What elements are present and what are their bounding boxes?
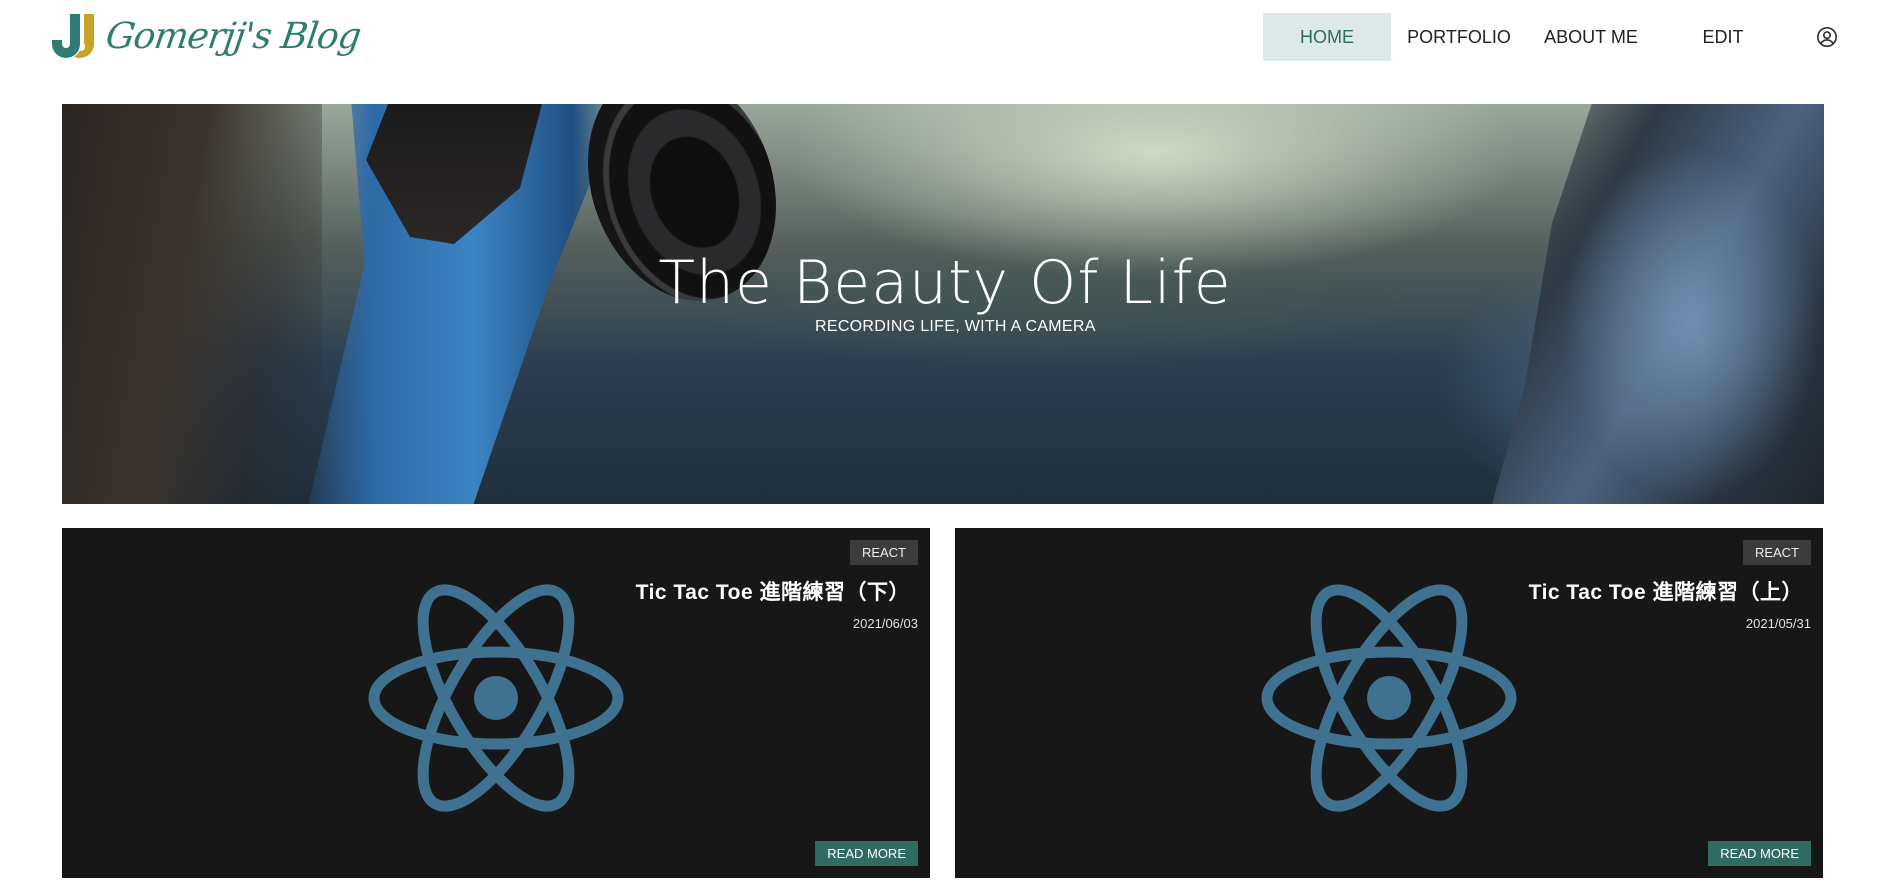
account-button[interactable] — [1791, 13, 1863, 61]
user-circle-icon — [1817, 27, 1837, 47]
nav-home[interactable]: HOME — [1263, 13, 1391, 61]
post-card[interactable]: REACT Tic Tac Toe 進階練習（上） 2021/05/31 REA… — [955, 528, 1823, 878]
post-date: 2021/05/31 — [1745, 616, 1811, 631]
post-title[interactable]: Tic Tac Toe 進階練習（上） — [1529, 576, 1803, 606]
react-logo-icon — [368, 584, 624, 812]
main-nav: HOME PORTFOLIO ABOUT ME EDIT — [1263, 13, 1863, 61]
nav-edit[interactable]: EDIT — [1655, 13, 1791, 61]
post-card[interactable]: REACT Tic Tac Toe 進階練習（下） 2021/06/03 REA… — [62, 528, 930, 878]
hero-subtitle: RECORDING LIFE, WITH A CAMERA — [815, 318, 1096, 335]
hero-banner: The Beauty Of Life RECORDING LIFE, WITH … — [62, 104, 1824, 504]
post-tag[interactable]: REACT — [1742, 540, 1811, 565]
read-more-button[interactable]: READ MORE — [815, 841, 918, 866]
logo-mark-icon — [52, 14, 94, 58]
post-tag[interactable]: REACT — [849, 540, 918, 565]
read-more-button[interactable]: READ MORE — [1708, 841, 1811, 866]
logo-text: Gomerjj's Blog — [103, 16, 363, 57]
react-logo-icon — [1261, 584, 1517, 812]
post-date: 2021/06/03 — [852, 616, 918, 631]
site-header: Gomerjj's Blog HOME PORTFOLIO ABOUT ME E… — [0, 0, 1880, 74]
post-title[interactable]: Tic Tac Toe 進階練習（下） — [636, 576, 910, 606]
nav-portfolio[interactable]: PORTFOLIO — [1391, 13, 1527, 61]
site-logo[interactable]: Gomerjj's Blog — [48, 12, 363, 62]
hero-title: The Beauty Of Life — [658, 248, 1232, 318]
nav-about-me[interactable]: ABOUT ME — [1527, 13, 1655, 61]
